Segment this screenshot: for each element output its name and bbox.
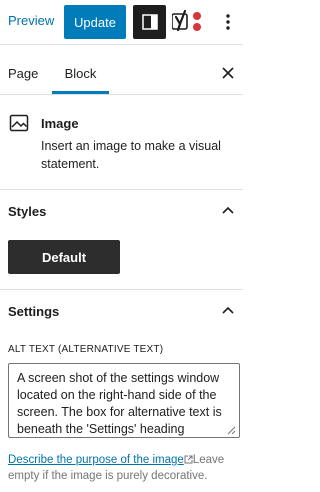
tab-page[interactable]: Page (8, 56, 38, 94)
sidebar-tabs: Page Block (0, 56, 243, 94)
close-icon[interactable] (221, 66, 235, 80)
divider (0, 44, 243, 45)
chevron-up-icon (222, 206, 234, 214)
tab-block[interactable]: Block (52, 56, 109, 94)
editor-toolbar: Preview Update (0, 0, 243, 44)
yoast-button[interactable] (172, 7, 206, 37)
style-default-button[interactable]: Default (8, 240, 120, 274)
external-link-icon (184, 455, 193, 464)
alt-text-field[interactable] (8, 363, 240, 438)
yoast-icon (172, 9, 201, 32)
preview-button[interactable]: Preview (8, 13, 54, 28)
resize-handle-icon[interactable] (226, 425, 236, 435)
alt-text-label: ALT TEXT (ALTERNATIVE TEXT) (8, 344, 164, 355)
block-description: Insert an image to make a visual stateme… (41, 139, 221, 171)
image-icon (9, 114, 29, 132)
chevron-up-icon (222, 306, 234, 314)
alt-text-help: Describe the purpose of the image Leave e… (8, 452, 240, 484)
styles-panel-title: Styles (8, 204, 47, 219)
settings-toggle-button[interactable] (133, 5, 166, 39)
settings-panel-title: Settings (8, 304, 60, 319)
styles-panel-header[interactable]: Styles (0, 190, 243, 234)
update-button[interactable]: Update (64, 5, 126, 39)
describe-purpose-link[interactable]: Describe the purpose of the image (8, 454, 184, 466)
settings-panel-header[interactable]: Settings (0, 290, 243, 334)
vertical-ellipsis-icon[interactable] (222, 10, 234, 34)
block-title: Image (41, 116, 79, 131)
sidebar-panel-icon (141, 14, 158, 30)
divider (0, 94, 243, 95)
